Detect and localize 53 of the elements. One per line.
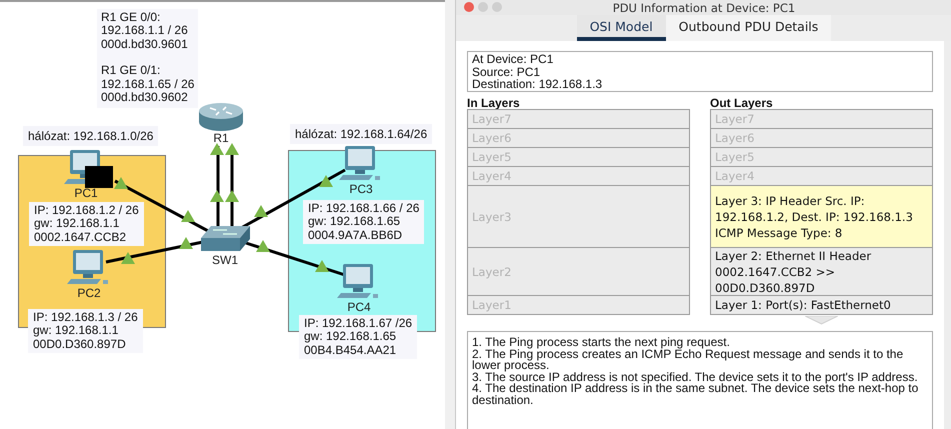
link-light-icon (225, 143, 239, 155)
layer-row[interactable]: Layer6 (467, 128, 690, 148)
device-label: SW1 (212, 254, 238, 267)
layer-row[interactable]: Layer5 (467, 147, 690, 167)
device-label: PC4 (347, 301, 371, 314)
scrollbar[interactable] (445, 0, 455, 429)
link-light-icon (179, 237, 193, 249)
link-light-icon (256, 240, 270, 252)
link-light-icon (114, 177, 128, 189)
step-description: 1. The Ping process starts the next ping request. 2. The Ping process creates an ICMP Echo Request message and sends it to the lower process. 3. The source IP address is not specified. The device sets it to the port's IP address. 4. The destination IP address is in the same subnet. The device sets the next-hop to destination. (467, 331, 933, 429)
layer-row[interactable]: Layer2 (467, 247, 690, 296)
device-label: PC2 (77, 287, 101, 300)
interface-text: R1 GE 0/1: 192.168.1.65 / 26 000d.bd30.9602 (101, 64, 194, 104)
device-info: IP: 192.168.1.2 / 26 gw: 192.168.1.1 0002.1647.CCB2 (29, 202, 144, 246)
link-light-icon (210, 143, 224, 155)
device-info: IP: 192.168.1.66 / 26 gw: 192.168.1.65 0004.9A7A.BB6D (303, 200, 424, 244)
network-label: hálózat: 192.168.1.64/26 (290, 124, 432, 144)
device-info: IP: 192.168.1.67 /26 gw: 192.168.1.65 00B4.B454.AA21 (299, 315, 418, 360)
column-heading: Out Layers (710, 95, 774, 110)
layer-row[interactable]: Layer7 (710, 109, 933, 129)
device-info: IP: 192.168.1.3 / 26 gw: 192.168.1.1 00D0.D360.897D (28, 309, 143, 354)
layer-row[interactable]: Layer 2: Ethernet II Header 0002.1647.CCB2 >> 00D0.D360.897D (710, 247, 933, 296)
link-light-icon (121, 252, 135, 264)
layer-row[interactable]: Layer5 (710, 147, 933, 167)
link-light-icon (315, 260, 329, 272)
layer-row[interactable]: Layer4 (710, 166, 933, 186)
zoom-button[interactable] (492, 2, 502, 12)
link-light-icon (181, 210, 195, 222)
layer-row[interactable]: Layer3 (467, 185, 690, 248)
device-label: PC3 (349, 183, 373, 196)
link-light-icon (254, 205, 268, 217)
layer-row[interactable]: Layer4 (467, 166, 690, 186)
router-icon (198, 102, 244, 132)
layer-row[interactable]: Layer 3: IP Header Src. IP: 192.168.1.2, Dest. IP: 192.168.1.3 ICMP Message Type: 8 (710, 185, 933, 248)
minimize-button[interactable] (478, 2, 488, 12)
close-button[interactable] (464, 2, 474, 12)
device-summary: At Device: PC1 Source: PC1 Destination: 192.168.1.3 (467, 51, 933, 92)
network-label: hálózat: 192.168.1.0/26 (23, 126, 158, 146)
link-light-icon (210, 190, 224, 202)
link-light-icon (225, 190, 239, 202)
device-label: PC1 (74, 187, 98, 200)
column-heading: In Layers (467, 95, 521, 110)
device-label: R1 (213, 132, 229, 145)
tab[interactable]: Outbound PDU Details (666, 15, 832, 41)
link-light-icon (319, 175, 333, 187)
layer-row[interactable]: Layer6 (710, 128, 933, 148)
tab[interactable]: OSI Model (576, 15, 666, 41)
layer-row[interactable]: Layer 1: Port(s): FastEthernet0 (710, 295, 933, 315)
window-title: PDU Information at Device: PC1 (612, 0, 796, 14)
layer-row[interactable]: Layer1 (467, 295, 690, 315)
interface-text: R1 GE 0/0: 192.168.1.1 / 26 000d.bd30.9601 (101, 11, 189, 52)
switch-icon (199, 224, 251, 254)
layer-row[interactable]: Layer7 (467, 109, 690, 129)
